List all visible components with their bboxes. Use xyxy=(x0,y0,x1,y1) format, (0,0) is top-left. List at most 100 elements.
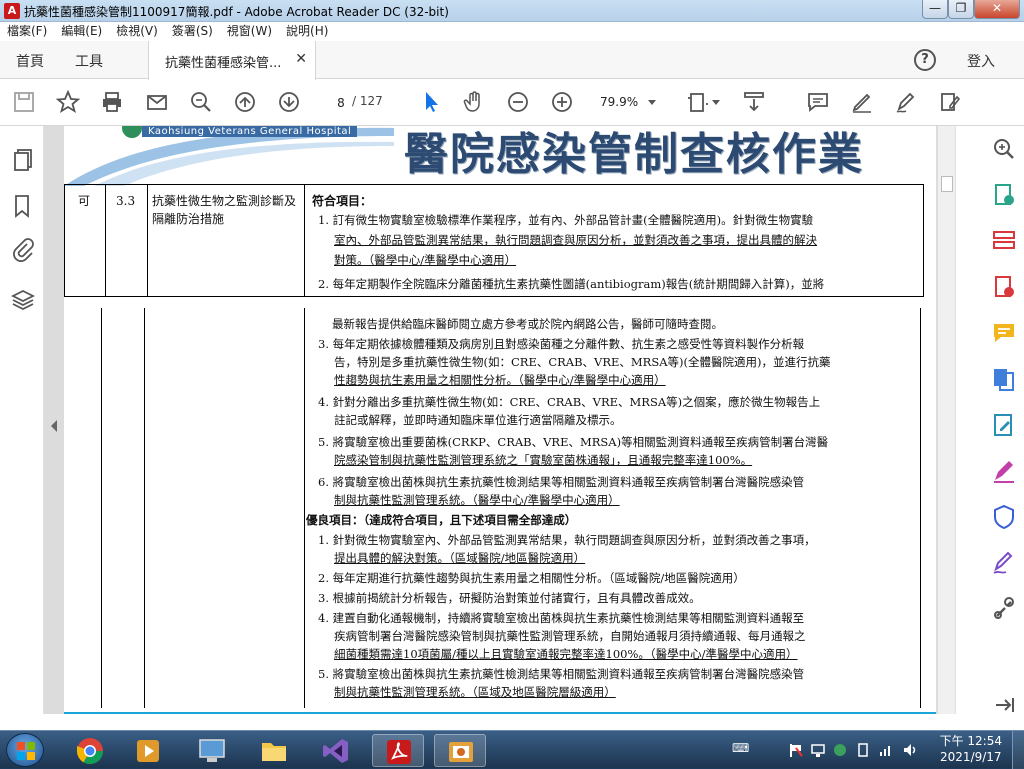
criteria-line: 告，特別是多重抗藥性微生物(如：CRE、CRAB、VRE、MRSA等)(全體醫院… xyxy=(334,355,831,369)
menu-bar: 檔案(F) 編輯(E) 檢視(V) 簽署(S) 視窗(W) 說明(H) xyxy=(0,22,1024,41)
monitor-icon xyxy=(199,739,225,762)
find-icon[interactable] xyxy=(189,90,213,114)
criteria-line: 制與抗藥性監測管理系統。（區域及地區醫院層級適用） xyxy=(334,685,616,699)
vertical-scrollbar[interactable] xyxy=(937,126,955,714)
collapse-left-pane-icon[interactable] xyxy=(50,420,58,432)
menu-help[interactable]: 說明(H) xyxy=(279,22,335,40)
security-icon[interactable] xyxy=(832,742,848,758)
criteria-line: 性趨勢與抗生素用量之相關性分析。（醫學中心/準醫學中心適用） xyxy=(334,373,666,387)
taskbar-media-player[interactable] xyxy=(122,734,174,767)
show-desktop-button[interactable] xyxy=(1012,731,1024,769)
taskbar-visual-studio[interactable] xyxy=(310,734,362,767)
comment-icon[interactable] xyxy=(806,90,830,114)
fit-dropdown-chevron-down-icon[interactable] xyxy=(710,90,722,114)
item-name-cell: 抗藥性微生物之監測診斷及隔離防治措施 xyxy=(152,194,297,226)
menu-sign[interactable]: 簽署(S) xyxy=(165,22,220,40)
criteria-line: 細菌種類需達10項菌屬/種以上且實驗室通報完整率達100%。（醫學中心/準醫學中… xyxy=(334,647,798,661)
system-clock[interactable]: 下午 12:54 2021/9/17 xyxy=(940,733,1002,765)
minimize-button[interactable]: — xyxy=(922,0,948,19)
edit-pdf-icon[interactable] xyxy=(991,412,1017,438)
criteria-line: 6. 將實驗室檢出菌株與抗生素抗藥性檢測結果等相關監測資料通報至疾病管制署台灣醫… xyxy=(318,475,805,489)
criteria-line: 註記或解釋，並即時通知臨床單位進行適當隔離及標示。 xyxy=(334,413,622,427)
sign-in-button[interactable]: 登入 xyxy=(967,51,995,71)
zoom-out-icon[interactable] xyxy=(506,90,530,114)
usb-device-icon[interactable] xyxy=(855,742,871,758)
taskbar-display-app[interactable] xyxy=(186,734,238,767)
maximize-button[interactable]: ❐ xyxy=(948,0,974,19)
expand-pane-arrow-icon[interactable] xyxy=(991,692,1017,718)
criteria-line: 4. 針對分離出多重抗藥性微生物(如：CRE、CRAB、VRE、MRSA等)之個… xyxy=(318,395,821,409)
print-icon[interactable] xyxy=(100,90,124,114)
taskbar-chrome[interactable] xyxy=(64,734,116,767)
layers-icon[interactable] xyxy=(11,288,35,312)
save-icon[interactable] xyxy=(12,90,36,114)
hand-tool-icon[interactable] xyxy=(462,90,486,114)
more-tools-icon[interactable] xyxy=(991,596,1017,622)
criteria-line: 1. 訂有微生物實驗室檢驗標準作業程序，並有內、外部品管計畫(全體醫院適用)。針… xyxy=(318,213,814,227)
request-signatures-icon[interactable] xyxy=(991,550,1017,576)
close-tab-icon[interactable]: ✕ xyxy=(295,51,307,67)
scroll-mode-icon[interactable] xyxy=(742,90,766,114)
attachments-icon[interactable] xyxy=(12,238,34,262)
fit-page-icon[interactable] xyxy=(686,90,710,114)
left-navigation-pane xyxy=(0,126,44,714)
prev-page-icon[interactable] xyxy=(233,90,257,114)
tab-document[interactable]: 抗藥性菌種感染管... ✕ xyxy=(148,41,316,80)
presentation-icon xyxy=(449,742,473,762)
item-number-cell: 3.3 xyxy=(116,194,136,208)
wifi-signal-icon[interactable] xyxy=(878,742,894,758)
organize-pages-icon[interactable] xyxy=(991,228,1017,254)
help-icon[interactable]: ? xyxy=(914,49,936,71)
section-compliance-heading: 符合項目： xyxy=(312,194,373,208)
zoom-in-icon[interactable] xyxy=(550,90,574,114)
page-thumbnails-icon[interactable] xyxy=(12,148,34,172)
chrome-icon xyxy=(76,738,104,765)
criteria-line: 5. 將實驗室檢出菌株與抗生素抗藥性檢測結果等相關監測資料通報至疾病管制署台灣醫… xyxy=(318,667,805,681)
next-page-icon[interactable] xyxy=(277,90,301,114)
tab-document-label: 抗藥性菌種感染管... xyxy=(165,56,282,71)
acrobat-window: A 抗藥性菌種感染管制1100917簡報.pdf - Adobe Acrobat… xyxy=(0,0,1024,730)
network-icon[interactable] xyxy=(810,742,826,758)
taskbar-acrobat-reader[interactable] xyxy=(372,734,424,767)
bookmark-star-icon[interactable] xyxy=(56,90,80,114)
menu-edit[interactable]: 編輯(E) xyxy=(54,22,109,40)
taskbar-presentation-app[interactable] xyxy=(434,734,486,767)
criteria-line: 3. 每年定期依據檢體種類及病房別且對感染菌種之分離件數、抗生素之感受性等資料製… xyxy=(318,337,805,351)
document-viewer[interactable]: Kaohsiung Veterans General Hospital 醫院感染… xyxy=(44,126,937,714)
export-pdf-icon[interactable] xyxy=(991,274,1017,300)
bookmarks-icon[interactable] xyxy=(13,194,31,218)
taskbar-file-explorer[interactable] xyxy=(248,734,300,767)
tab-home[interactable]: 首頁 xyxy=(16,51,44,71)
scrollbar-thumb[interactable] xyxy=(941,176,953,192)
highlight-pen-icon[interactable] xyxy=(850,90,874,114)
menu-view[interactable]: 檢視(V) xyxy=(109,22,165,40)
menu-window[interactable]: 視窗(W) xyxy=(220,22,279,40)
tab-tools[interactable]: 工具 xyxy=(75,51,103,71)
clock-time: 下午 12:54 xyxy=(939,734,1002,748)
volume-icon[interactable] xyxy=(902,742,918,758)
criteria-line: 制與抗藥性監測管理系統。（醫學中心/準醫學中心適用） xyxy=(334,493,620,507)
sign-pen-icon[interactable] xyxy=(894,90,918,114)
acrobat-app-icon[interactable]: A xyxy=(4,3,20,19)
zoom-search-icon[interactable] xyxy=(991,136,1017,162)
action-center-flag-icon[interactable] xyxy=(788,742,804,758)
fill-sign-icon[interactable] xyxy=(938,90,962,114)
protect-shield-icon[interactable] xyxy=(991,504,1017,530)
right-tools-pane xyxy=(955,126,1024,714)
input-language-icon[interactable]: ⌨ xyxy=(732,741,749,755)
acrobat-icon xyxy=(387,740,411,764)
comment-tool-icon[interactable] xyxy=(991,320,1017,346)
create-pdf-icon[interactable] xyxy=(991,182,1017,208)
criteria-line: 最新報告提供給臨床醫師閱立處方參考或於院內網路公告，醫師可隨時查閱。 xyxy=(332,317,723,331)
zoom-dropdown-chevron-down-icon[interactable] xyxy=(646,90,658,114)
grade-cell: 可 xyxy=(78,194,91,208)
hospital-name-en: Kaohsiung Veterans General Hospital xyxy=(142,126,358,137)
criteria-line: 院感染管制與抗藥性監測管理系統之「實驗室菌株通報」，且通報完整率達100%。 xyxy=(334,453,753,467)
combine-files-icon[interactable] xyxy=(991,366,1017,392)
start-button[interactable] xyxy=(6,733,44,767)
menu-file[interactable]: 檔案(F) xyxy=(0,22,54,40)
select-cursor-icon[interactable] xyxy=(420,90,444,114)
email-icon[interactable] xyxy=(145,90,169,114)
fill-and-sign-icon[interactable] xyxy=(991,458,1017,484)
close-window-button[interactable]: ✕ xyxy=(974,0,1020,19)
